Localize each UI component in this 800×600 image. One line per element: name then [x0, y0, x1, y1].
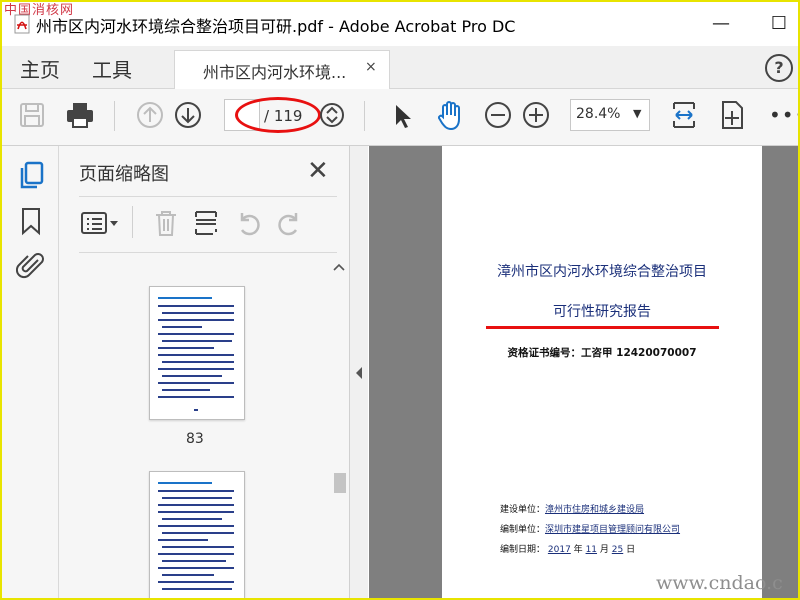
- panel-separator: [132, 206, 133, 238]
- zoom-value: 28.4%: [576, 106, 621, 122]
- panel-splitter[interactable]: [350, 146, 368, 598]
- panel-divider: [79, 252, 337, 253]
- tab-bar: 主页 工具 州市区内河水环境... × ?: [2, 46, 798, 89]
- attachment-icon[interactable]: [16, 250, 46, 282]
- highlight-ellipse: [235, 97, 321, 133]
- doc-date-month-unit: 月: [599, 545, 609, 555]
- acrobat-icon: [14, 14, 30, 34]
- page-thumbnails-icon[interactable]: [18, 160, 46, 190]
- scroll-up-icon[interactable]: [333, 262, 345, 272]
- page-down-icon[interactable]: [170, 97, 206, 133]
- select-cursor-icon[interactable]: [384, 97, 420, 133]
- title-bar: 中国消核网 州市区内河水环境综合整治项目可研.pdf - Adobe Acrob…: [2, 2, 798, 46]
- panel-divider: [79, 196, 337, 197]
- thumbnails-panel: 页面缩略图 ✕ 83: [59, 146, 350, 598]
- chevron-down-icon: ▼: [633, 107, 642, 120]
- red-underline: [486, 326, 719, 329]
- panel-title: 页面缩略图: [79, 164, 169, 185]
- doc-builder-field: 建设单位：漳州市住房和城乡建设局: [500, 502, 644, 515]
- menu-tools[interactable]: 工具: [92, 54, 132, 83]
- help-icon[interactable]: ?: [765, 54, 793, 82]
- tab-document-label: 州市区内河水环境...: [203, 63, 347, 82]
- maximize-button[interactable]: ☐: [764, 10, 794, 38]
- print-icon[interactable]: [62, 97, 98, 133]
- thumbnail-page-label: 83: [186, 431, 204, 447]
- minimize-button[interactable]: —: [706, 10, 736, 38]
- window-title: 州市区内河水环境综合整治项目可研.pdf - Adobe Acrobat Pro…: [36, 17, 516, 36]
- toolbar-separator: [114, 101, 115, 131]
- hand-tool-icon[interactable]: [432, 97, 468, 133]
- panel-close-button[interactable]: ✕: [307, 156, 329, 186]
- doc-date-year: 2017: [547, 545, 571, 555]
- doc-date-day-unit: 日: [626, 545, 636, 555]
- watermark-bottom: www.cndao.c: [656, 572, 783, 594]
- app-window: 中国消核网 州市区内河水环境综合整治项目可研.pdf - Adobe Acrob…: [0, 0, 800, 600]
- tab-document[interactable]: 州市区内河水环境... ×: [174, 50, 390, 89]
- doc-builder-value: 漳州市住房和城乡建设局: [545, 505, 645, 515]
- scroll-mode-icon[interactable]: [314, 97, 350, 133]
- doc-author-label: 编制单位：: [500, 525, 546, 535]
- toolbar-separator: [364, 101, 365, 131]
- zoom-select[interactable]: 28.4% ▼: [570, 99, 650, 131]
- left-rail: [2, 146, 59, 598]
- thumbnail-page-84[interactable]: [149, 471, 245, 598]
- collapse-panel-icon[interactable]: [355, 366, 363, 380]
- page-fit-icon[interactable]: [714, 97, 750, 133]
- doc-date-month: 11: [585, 545, 598, 555]
- doc-author-value: 深圳市建星项目管理顾问有限公司: [545, 525, 681, 535]
- bookmark-icon[interactable]: [20, 206, 42, 236]
- options-menu-icon[interactable]: [79, 208, 121, 238]
- doc-author-field: 编制单位：深圳市建星项目管理顾问有限公司: [500, 522, 680, 535]
- doc-cert-number: 资格证书编号：工咨甲 12420070007: [507, 347, 697, 359]
- doc-date-label: 编制日期：: [500, 545, 546, 555]
- delete-icon[interactable]: [151, 208, 181, 238]
- thumbnail-page-83[interactable]: [149, 286, 245, 420]
- tab-close-button[interactable]: ×: [365, 59, 377, 75]
- fit-page-icon[interactable]: [666, 97, 702, 133]
- doc-date-field: 编制日期： 2017 年 11 月 25 日: [500, 542, 635, 555]
- scrollbar-thumb[interactable]: [334, 473, 346, 493]
- pdf-page: 漳州市区内河水环境综合整治项目 可行性研究报告 资格证书编号：工咨甲 12420…: [442, 146, 762, 598]
- doc-date-year-unit: 年: [573, 545, 583, 555]
- rotate-left-icon[interactable]: [233, 208, 263, 238]
- thumbnail-scrollbar[interactable]: [329, 258, 349, 598]
- menu-home[interactable]: 主页: [20, 54, 60, 83]
- doc-title: 漳州市区内河水环境综合整治项目: [497, 264, 707, 280]
- zoom-out-icon[interactable]: [480, 97, 516, 133]
- document-view: 漳州市区内河水环境综合整治项目 可行性研究报告 资格证书编号：工咨甲 12420…: [369, 146, 798, 598]
- zoom-in-icon[interactable]: [518, 97, 554, 133]
- toolbar: / 119 28.4% ▼ ••: [2, 89, 798, 146]
- save-icon[interactable]: [14, 97, 50, 133]
- doc-builder-label: 建设单位：: [500, 505, 546, 515]
- rotate-right-icon[interactable]: [275, 208, 305, 238]
- doc-subtitle: 可行性研究报告: [553, 304, 651, 320]
- doc-date-day: 25: [611, 545, 624, 555]
- more-icon[interactable]: •••: [769, 103, 798, 127]
- page-up-icon[interactable]: [132, 97, 168, 133]
- insert-page-icon[interactable]: [191, 208, 221, 238]
